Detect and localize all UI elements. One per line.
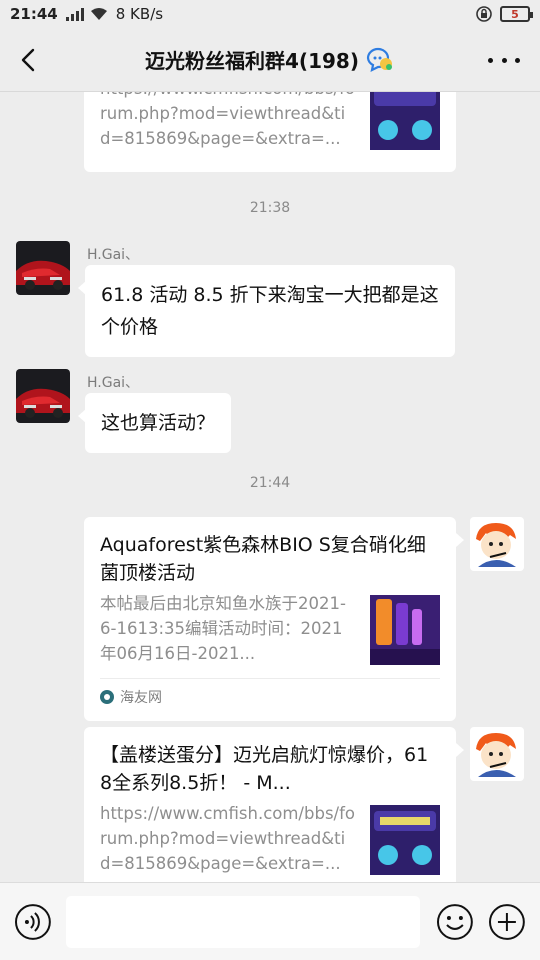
voice-input-icon[interactable] bbox=[14, 903, 52, 941]
more-options-icon[interactable] bbox=[488, 48, 520, 72]
message-bubble[interactable]: 61.8 活动 8.5 折下来淘宝一大把都是这个价格 bbox=[78, 265, 455, 357]
avatar-hgai[interactable] bbox=[16, 241, 70, 295]
bubble-tail bbox=[456, 743, 464, 757]
source-name: 海友网 bbox=[120, 690, 162, 706]
group-name: 迈光粉丝福利群4(198) bbox=[145, 49, 359, 73]
chat-title: 迈光粉丝福利群4(198) bbox=[145, 45, 395, 74]
card-title: 【盖楼送蛋分】迈光启航灯惊爆价，618全系列8.5折！ - M... bbox=[100, 744, 429, 794]
card-description: https://www.cmfish.com/bbs/forum.php?mod… bbox=[100, 92, 355, 148]
shared-link-card[interactable]: https://www.cmfish.com/bbs/forum.php?mod… bbox=[84, 92, 456, 172]
timestamp: 21:38 bbox=[249, 200, 291, 216]
card-title: Aquaforest紫色森林BIO S复合硝化细菌顶楼活动 bbox=[100, 534, 426, 584]
emoji-icon[interactable] bbox=[436, 903, 474, 941]
avatar-hgai[interactable] bbox=[16, 369, 70, 423]
wifi-icon bbox=[90, 8, 107, 20]
card-description: https://www.cmfish.com/bbs/forum.php?mod… bbox=[100, 804, 355, 873]
chat-bubble-badge-icon bbox=[366, 47, 392, 72]
sender-name: H.Gai、 bbox=[87, 247, 140, 263]
shared-link-card[interactable]: 【盖楼送蛋分】迈光启航灯惊爆价，618全系列8.5折！ - M... https… bbox=[84, 727, 456, 882]
sender-name: H.Gai、 bbox=[87, 375, 140, 391]
card-source: 海友网 bbox=[100, 678, 440, 707]
message-input[interactable] bbox=[65, 895, 421, 948]
input-bar bbox=[0, 882, 540, 960]
battery-indicator: 5 bbox=[500, 6, 533, 22]
status-bar: 21:44 8 KB/s 5 bbox=[0, 0, 540, 28]
more-functions-plus-icon[interactable] bbox=[488, 903, 526, 941]
link-thumbnail bbox=[370, 92, 440, 150]
avatar-self[interactable] bbox=[470, 517, 524, 571]
timestamp: 21:44 bbox=[249, 475, 291, 491]
message-bubble[interactable]: 这也算活动？ bbox=[77, 393, 232, 453]
rotation-lock-icon bbox=[476, 6, 492, 22]
link-thumbnail bbox=[370, 805, 440, 875]
link-thumbnail bbox=[370, 595, 440, 665]
shared-link-card[interactable]: Aquaforest紫色森林BIO S复合硝化细菌顶楼活动 本帖最后由北京知鱼水… bbox=[84, 517, 456, 721]
signal-icon bbox=[65, 7, 84, 21]
message-list[interactable]: https://www.cmfish.com/bbs/forum.php?mod… bbox=[0, 92, 540, 882]
network-speed: 8 KB/s bbox=[115, 5, 164, 23]
status-time: 21:44 bbox=[10, 5, 58, 23]
source-logo-icon bbox=[100, 690, 114, 704]
bubble-tail bbox=[456, 533, 464, 547]
chat-header: 迈光粉丝福利群4(198) bbox=[0, 28, 540, 92]
avatar-self[interactable] bbox=[470, 727, 524, 781]
card-description: 本帖最后由北京知鱼水族于2021-6-1613:35编辑活动时间：2021年06… bbox=[100, 594, 346, 663]
back-arrow-icon[interactable] bbox=[14, 44, 46, 76]
battery-level: 5 bbox=[511, 7, 519, 21]
